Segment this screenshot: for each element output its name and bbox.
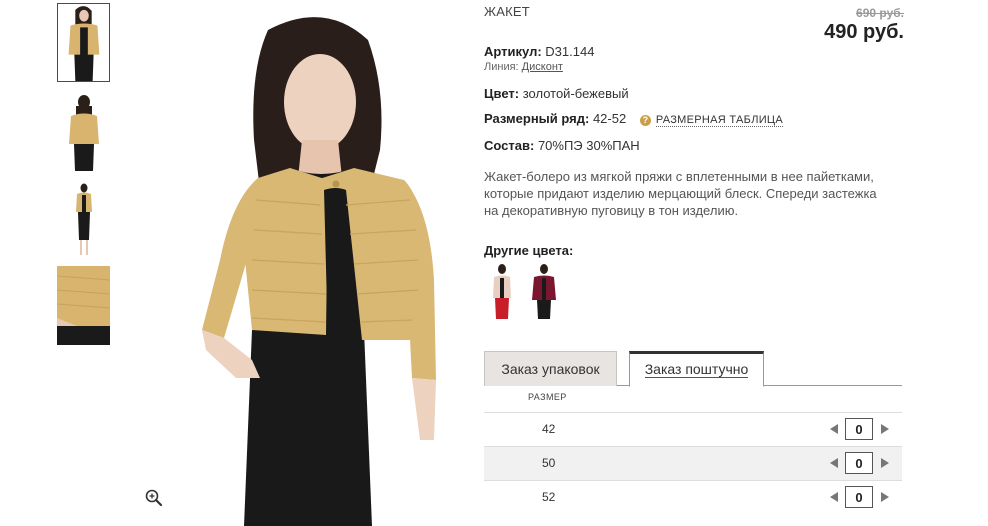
arrow-right-icon[interactable] [881, 424, 889, 434]
size-table-link[interactable]: ? РАЗМЕРНАЯ ТАБЛИЦА [639, 114, 783, 127]
size-column-header: РАЗМЕР [528, 392, 567, 402]
color-value: золотой-бежевый [522, 86, 629, 101]
size-range-label: Размерный ряд: [484, 111, 590, 126]
tab-per-item-label: Заказ поштучно [644, 361, 749, 378]
size-value: 52 [542, 490, 556, 504]
color-row: Цвет: золотой-бежевый [484, 86, 629, 101]
line-row: Линия: Дисконт [484, 61, 563, 73]
tab-per-item[interactable]: Заказ поштучно [629, 351, 764, 387]
color-label: Цвет: [484, 86, 520, 101]
table-row: 52 [484, 480, 902, 514]
arrow-left-icon[interactable] [830, 458, 838, 468]
size-range-row: Размерный ряд: 42-52 ? РАЗМЕРНАЯ ТАБЛИЦА [484, 111, 783, 127]
article-label: Артикул: [484, 44, 542, 59]
size-value: 50 [542, 456, 556, 470]
order-tabs: Заказ упаковок Заказ поштучно [484, 351, 902, 387]
quantity-input[interactable] [845, 418, 873, 440]
thumbnail-detail[interactable] [57, 266, 110, 345]
old-price: 690 руб. [856, 6, 904, 20]
size-range-value: 42-52 [592, 111, 627, 126]
quantity-stepper [830, 418, 890, 441]
arrow-left-icon[interactable] [830, 424, 838, 434]
tab-packages-label: Заказ упаковок [501, 361, 600, 377]
main-product-photo [140, 0, 450, 526]
size-table-label: РАЗМЕРНАЯ ТАБЛИЦА [655, 114, 783, 127]
size-value: 42 [542, 422, 556, 436]
quantity-input[interactable] [845, 486, 873, 508]
line-label: Линия: [484, 61, 519, 73]
product-title: ЖАКЕТ [484, 4, 530, 19]
zoom-in-icon[interactable] [144, 488, 164, 508]
tab-packages[interactable]: Заказ упаковок [484, 351, 617, 386]
quantity-stepper [830, 486, 890, 509]
product-description: Жакет-болеро из мягкой пряжи с вплетенны… [484, 169, 877, 218]
color-swatch-burgundy[interactable] [528, 262, 560, 319]
arrow-right-icon[interactable] [881, 492, 889, 502]
quantity-stepper [830, 452, 890, 475]
thumbnail-back[interactable] [57, 92, 110, 171]
table-row: 50 [484, 446, 902, 480]
composition-row: Состав: 70%ПЭ 30%ПАН [484, 138, 640, 153]
table-row: 42 [484, 412, 902, 446]
quantity-input[interactable] [845, 452, 873, 474]
thumbnail-front[interactable] [57, 3, 110, 82]
arrow-left-icon[interactable] [830, 492, 838, 502]
current-price: 490 руб. [824, 21, 904, 43]
composition-label: Состав: [484, 138, 535, 153]
thumbnail-full-length[interactable] [57, 180, 110, 259]
color-swatch-beige[interactable] [486, 262, 518, 319]
article-row: Артикул: D31.144 [484, 44, 594, 59]
composition-value: 70%ПЭ 30%ПАН [537, 138, 640, 153]
article-value: D31.144 [545, 44, 595, 59]
arrow-right-icon[interactable] [881, 458, 889, 468]
other-colors-title: Другие цвета: [484, 243, 574, 258]
line-link[interactable]: Дисконт [522, 61, 563, 73]
help-icon: ? [639, 115, 651, 126]
